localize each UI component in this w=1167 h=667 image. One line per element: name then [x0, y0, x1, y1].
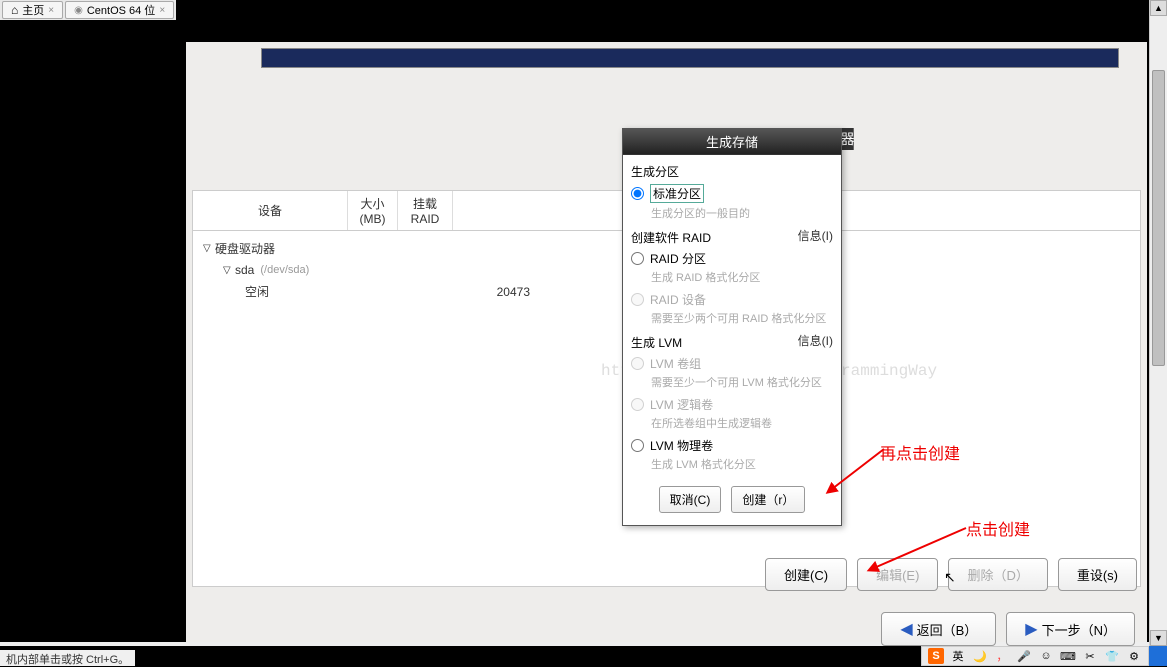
next-button[interactable]: ▶ 下一步（N）: [1006, 612, 1135, 646]
sda-path: (/dev/sda): [260, 264, 309, 276]
installer-window: 设备 大小 (MB) 挂载 RAID ▽ 硬盘驱动器 ▽ sda: [186, 42, 1147, 646]
tab-home-label: 主页: [22, 2, 44, 18]
section-lvm: 生成 LVM 信息(I): [631, 330, 833, 353]
arrow-right-icon: ▶: [1025, 619, 1037, 639]
free-size: 20473: [497, 285, 530, 299]
reset-button[interactable]: 重设(s): [1058, 558, 1137, 591]
radio-raid-part[interactable]: RAID 分区: [631, 248, 833, 269]
scroll-up-icon[interactable]: ▲: [1150, 0, 1167, 16]
annotation-2: 点击创建: [966, 516, 1030, 540]
modal-buttons: 取消(C) 创建（r）: [631, 476, 833, 517]
nav-buttons: ◀ 返回（B） ▶ 下一步（N）: [881, 612, 1135, 646]
radio-standard-input[interactable]: [631, 187, 644, 200]
ime-toolbar[interactable]: S 英 🌙 ， 🎤 ☺ ⌨ ✂ 👕 ⚙: [921, 646, 1149, 666]
radio-lvm-pv[interactable]: LVM 物理卷: [631, 435, 833, 456]
arrow-left-icon: ◀: [900, 619, 912, 639]
hint-lvm-pv: 生成 LVM 格式化分区: [631, 456, 833, 472]
radio-raid-dev-label: RAID 设备: [650, 291, 706, 308]
create-storage-modal: 生成存储 生成分区 标准分区 生成分区的一般目的 创建软件 RAID 信息(I)…: [622, 128, 842, 526]
arrow-2: [866, 520, 976, 580]
lang-icon[interactable]: 英: [950, 648, 966, 664]
face-icon[interactable]: ☺: [1038, 648, 1054, 664]
chevron-down-icon[interactable]: ▽: [203, 243, 215, 254]
hint-lvm-lv: 在所选卷组中生成逻辑卷: [631, 415, 833, 431]
keyboard-icon[interactable]: ⌨: [1060, 648, 1076, 664]
info-link-raid[interactable]: 信息(I): [798, 227, 833, 244]
radio-lvm-vg: LVM 卷组: [631, 353, 833, 374]
system-tray[interactable]: [1149, 646, 1167, 666]
close-icon[interactable]: ×: [159, 5, 165, 16]
modal-body: 生成分区 标准分区 生成分区的一般目的 创建软件 RAID 信息(I) RAID…: [623, 155, 841, 525]
info-link-lvm[interactable]: 信息(I): [798, 332, 833, 349]
scroll-down-icon[interactable]: ▼: [1150, 630, 1167, 646]
modal-title: 生成存储: [623, 129, 841, 155]
tab-bar: 主页 × CentOS 64 位 ×: [0, 0, 176, 20]
hint-raid-part: 生成 RAID 格式化分区: [631, 269, 833, 285]
back-button[interactable]: ◀ 返回（B）: [881, 612, 996, 646]
hint-lvm-vg: 需要至少一个可用 LVM 格式化分区: [631, 374, 833, 390]
radio-standard[interactable]: 标准分区: [631, 182, 833, 205]
chevron-down-icon[interactable]: ▽: [223, 265, 235, 276]
mic-icon[interactable]: 🎤: [1016, 648, 1032, 664]
sda-label: sda: [235, 263, 254, 277]
gear-icon[interactable]: ⚙: [1126, 648, 1142, 664]
hdd-label: 硬盘驱动器: [215, 240, 275, 257]
cursor-icon: ↖: [944, 569, 956, 586]
moon-icon[interactable]: 🌙: [972, 648, 988, 664]
create-c-button[interactable]: 创建(C): [765, 558, 847, 591]
radio-raid-part-input[interactable]: [631, 252, 644, 265]
free-label: 空闲: [245, 283, 269, 300]
back-label: 返回（B）: [917, 620, 978, 639]
disc-icon: [74, 4, 83, 16]
create-button[interactable]: 创建（r）: [731, 486, 805, 513]
radio-lvm-lv-input: [631, 398, 644, 411]
hint-raid-dev: 需要至少两个可用 RAID 格式化分区: [631, 310, 833, 326]
annotation-1: 再点击创建: [880, 440, 960, 464]
scissors-icon[interactable]: ✂: [1082, 648, 1098, 664]
close-icon[interactable]: ×: [48, 5, 54, 16]
radio-lvm-vg-label: LVM 卷组: [650, 355, 701, 372]
radio-raid-dev-input: [631, 293, 644, 306]
home-icon: [11, 3, 18, 17]
section-partition: 生成分区: [631, 159, 833, 182]
tab-centos[interactable]: CentOS 64 位 ×: [65, 1, 174, 19]
scroll-thumb[interactable]: [1152, 70, 1165, 366]
banner: [261, 48, 1119, 68]
next-label: 下一步（N）: [1042, 620, 1116, 639]
radio-raid-part-label: RAID 分区: [650, 250, 706, 267]
cancel-button[interactable]: 取消(C): [659, 486, 722, 513]
radio-raid-dev: RAID 设备: [631, 289, 833, 310]
vm-display: 设备 大小 (MB) 挂载 RAID ▽ 硬盘驱动器 ▽ sda: [0, 20, 1147, 646]
radio-lvm-pv-label: LVM 物理卷: [650, 437, 713, 454]
col-mount: 挂载 RAID: [398, 191, 453, 230]
radio-lvm-lv-label: LVM 逻辑卷: [650, 396, 713, 413]
col-size: 大小 (MB): [348, 191, 398, 230]
tab-centos-label: CentOS 64 位: [87, 2, 155, 18]
radio-lvm-vg-input: [631, 357, 644, 370]
col-device: 设备: [193, 191, 348, 230]
section-raid: 创建软件 RAID 信息(I): [631, 225, 833, 248]
sogou-icon[interactable]: S: [928, 648, 944, 664]
hint-standard: 生成分区的一般目的: [631, 205, 833, 221]
radio-standard-label: 标准分区: [650, 184, 704, 203]
skin-icon[interactable]: 👕: [1104, 648, 1120, 664]
status-bar: 机内部单击或按 Ctrl+G。: [0, 650, 135, 666]
scrollbar-vertical[interactable]: ▲ ▼: [1149, 0, 1167, 646]
radio-lvm-pv-input[interactable]: [631, 439, 644, 452]
radio-lvm-lv: LVM 逻辑卷: [631, 394, 833, 415]
tab-home[interactable]: 主页 ×: [2, 1, 63, 19]
title-overflow: 器: [842, 128, 854, 150]
